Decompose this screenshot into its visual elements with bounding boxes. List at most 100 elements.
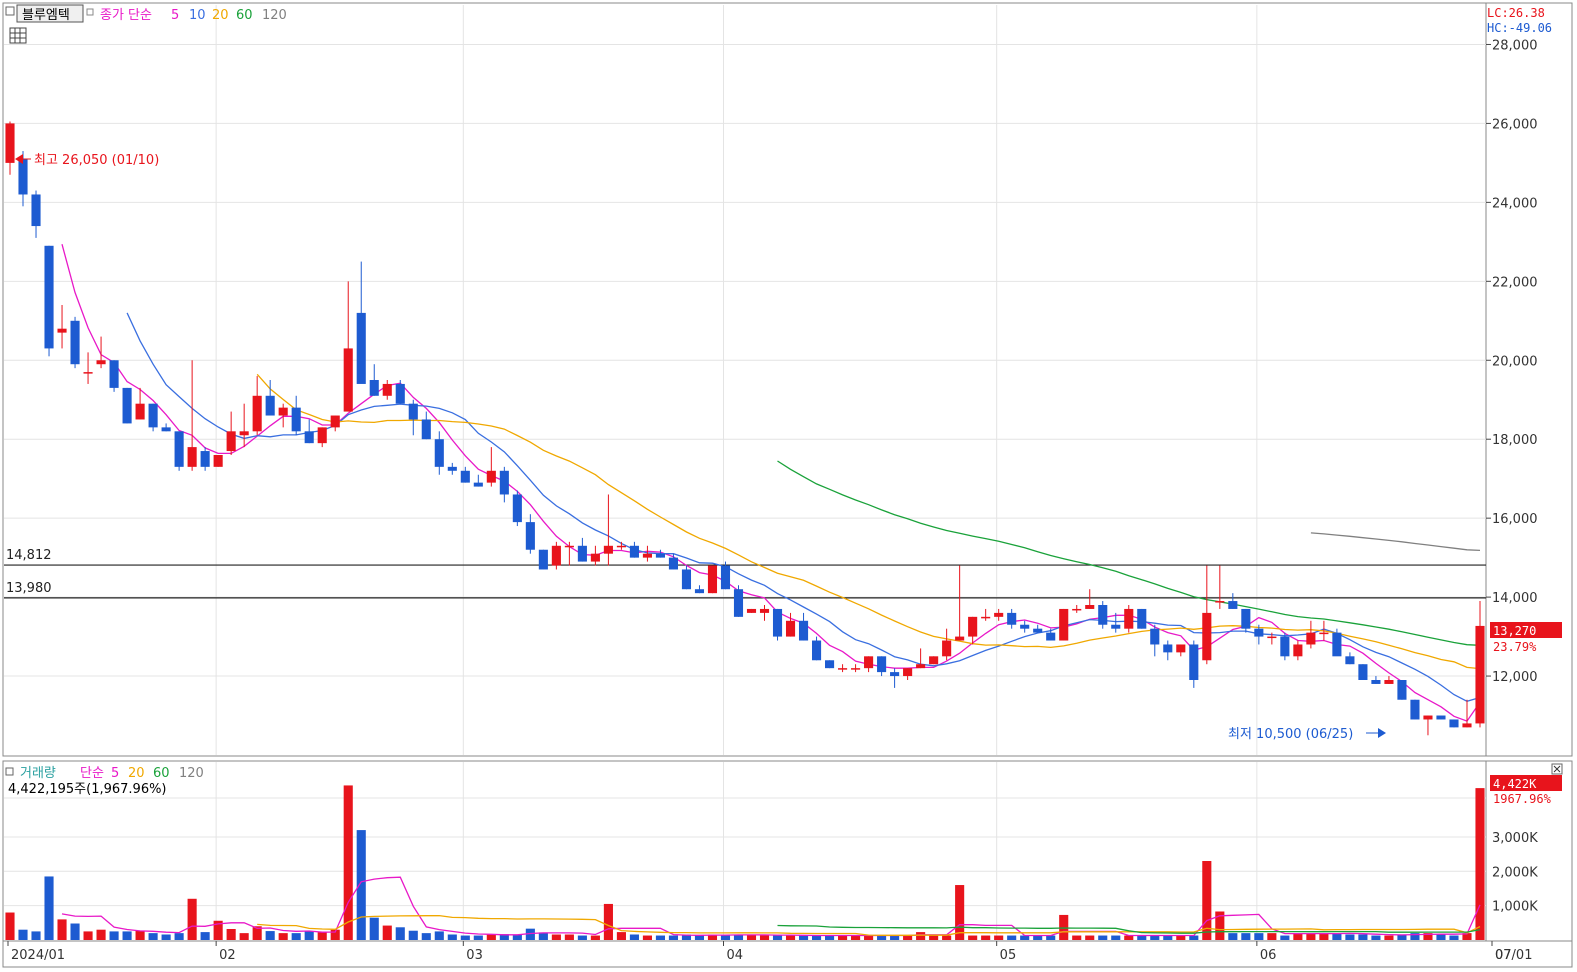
candle-body (1280, 636, 1290, 657)
volume-bar (1176, 935, 1186, 940)
candle-body (148, 403, 158, 428)
volume-bar (291, 933, 301, 940)
volume-bar (916, 932, 926, 940)
volume-bar (278, 933, 288, 940)
volume-bar (1254, 933, 1264, 940)
legend-price-ma5: 5 (171, 8, 179, 23)
candle-body (655, 553, 665, 558)
candle-body (955, 636, 965, 641)
legend-volume-ma20: 20 (128, 766, 145, 781)
candle-body (291, 407, 301, 432)
candle-body (590, 553, 600, 562)
volume-bar (382, 925, 392, 940)
date-tick-label: 05 (1000, 948, 1017, 963)
svg-text:최고 26,050 (01/10): 최고 26,050 (01/10) (34, 153, 159, 168)
candle-body (343, 348, 353, 412)
candle-body (877, 656, 887, 673)
candle-body (1033, 628, 1043, 633)
price-panel[interactable] (2, 2, 1487, 757)
volume-bar (317, 932, 327, 940)
volume-bar (1475, 788, 1485, 940)
candle-body (369, 380, 379, 396)
volume-collapse-icon[interactable] (5, 767, 14, 776)
volume-bar (31, 931, 41, 940)
candle-body (1306, 632, 1316, 645)
candle-body (1176, 644, 1186, 653)
candle-body (1254, 628, 1264, 637)
legend-toggle-icon[interactable] (86, 8, 94, 16)
volume-panel[interactable] (2, 760, 1487, 942)
collapse-icon[interactable] (5, 6, 15, 16)
volume-bar (838, 935, 848, 940)
legend-price-ma20: 20 (212, 8, 229, 23)
price-tick-label: 26,000 (1492, 117, 1538, 132)
volume-bar (929, 935, 939, 940)
volume-bar (18, 929, 28, 940)
legend-price-ma60: 60 (236, 8, 253, 23)
candle-body (44, 245, 54, 349)
candle-body (1215, 601, 1225, 603)
volume-bar (694, 935, 705, 940)
candle-body (486, 470, 496, 483)
volume-bar (44, 876, 54, 940)
volume-bar (903, 935, 913, 940)
stock-chart[interactable]: 14,812 13,980 12,000 14,000 16,000 18,000 20,… (0, 0, 1577, 972)
candle-body (1293, 644, 1303, 657)
volume-bar (1085, 935, 1095, 940)
volume-bar (1241, 933, 1251, 940)
candle-body (1397, 680, 1407, 700)
candle-body (200, 451, 210, 467)
volume-bar (577, 935, 587, 940)
volume-bar (1267, 933, 1277, 940)
volume-bar (96, 929, 106, 940)
price-tick-label: 18,000 (1492, 433, 1538, 448)
candle-body (798, 620, 809, 641)
volume-bar (981, 935, 991, 940)
candle-body (1462, 723, 1472, 728)
candle-body (1384, 680, 1394, 684)
volume-bar (408, 930, 418, 940)
lc-readout: LC:26.38 (1487, 6, 1545, 20)
volume-bar (1020, 935, 1030, 940)
candle-body (903, 668, 913, 677)
candle-body (929, 656, 939, 665)
volume-bar (551, 934, 561, 940)
current-price-label: 13,270 (1493, 624, 1536, 638)
candle-body (577, 545, 587, 562)
volume-bar (265, 931, 275, 940)
legend-volume-ma60: 60 (153, 766, 170, 781)
volume-bar (1072, 935, 1082, 940)
current-volume-change-label: 1967.96% (1493, 792, 1552, 806)
candle-body (1072, 608, 1082, 611)
candle-body (1046, 632, 1056, 641)
candle-body (1163, 644, 1173, 653)
candle-body (18, 158, 28, 195)
legend-volume-sub: 단순 (80, 766, 104, 781)
candle-body (1189, 644, 1199, 680)
volume-tick-label: 3,000K (1492, 831, 1538, 846)
candle-body (1124, 608, 1134, 629)
candle-body (499, 470, 509, 495)
current-change-label: 23.79% (1493, 640, 1537, 654)
candle-body (31, 194, 41, 227)
candle-body (226, 431, 236, 452)
volume-bar (1033, 935, 1043, 940)
close-icon[interactable] (1551, 763, 1563, 775)
volume-tick-label: 2,000K (1492, 865, 1538, 880)
high-annotation: 최고 26,050 (01/10) (15, 153, 159, 168)
current-volume-label: 4,422K (1493, 777, 1537, 791)
volume-bar (70, 923, 80, 940)
date-tick-label: 04 (726, 948, 743, 963)
candle-body (525, 522, 535, 550)
grid-table-icon[interactable] (9, 27, 27, 44)
volume-bar (1384, 935, 1394, 940)
date-tick-label: 02 (219, 948, 236, 963)
candle-body (252, 395, 262, 432)
volume-bar (1007, 935, 1017, 940)
hc-readout: HC:-49.06 (1487, 21, 1552, 35)
date-axis[interactable] (2, 940, 1573, 968)
volume-bar (759, 935, 770, 940)
candle-body (851, 668, 861, 670)
volume-bar (200, 932, 210, 940)
candle-body (1436, 715, 1446, 720)
